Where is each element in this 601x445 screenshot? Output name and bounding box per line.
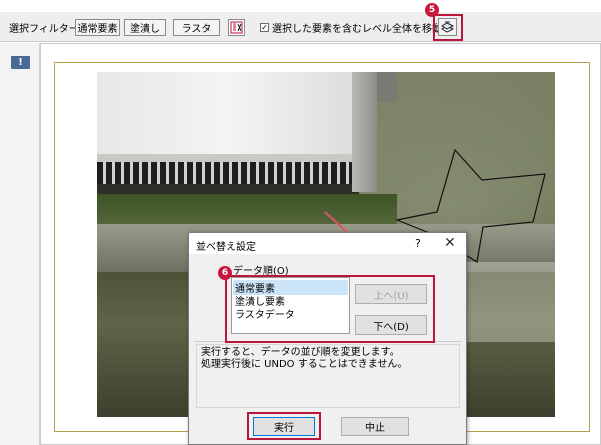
step6-highlight: [225, 275, 435, 343]
help-button[interactable]: ?: [415, 237, 421, 250]
execute-highlight: [247, 412, 321, 440]
message-line-2: 処理実行後に UNDO することはできません。: [201, 359, 408, 370]
raster-order-icon[interactable]: [228, 19, 245, 36]
pink-line-element: [324, 211, 350, 235]
left-pane: [0, 43, 40, 445]
message-line-1: 実行すると、データの並び順を変更します。: [201, 347, 400, 358]
move-level-label: 選択した要素を含むレベル全体を移動: [272, 24, 442, 35]
cancel-button[interactable]: 中止: [341, 417, 409, 436]
raster-button[interactable]: ラスタ: [173, 19, 220, 36]
info-icon[interactable]: !: [11, 56, 30, 69]
close-icon[interactable]: ✕: [444, 235, 456, 251]
step5-highlight: [433, 14, 463, 41]
step5-callout-badge: 5: [425, 3, 439, 17]
normal-elements-button[interactable]: 通常要素: [75, 19, 120, 36]
move-level-checkbox[interactable]: ✓: [260, 23, 269, 32]
step6-callout-badge: 6: [218, 266, 232, 280]
dialog-message: 実行すると、データの並び順を変更します。 処理実行後に UNDO することはでき…: [196, 344, 460, 408]
selection-filter-toolbar: 選択フィルター 通常要素 塗潰し ラスタ ✓ 選択した要素を含むレベル全体を移動: [0, 12, 601, 42]
filter-label: 選択フィルター: [9, 24, 79, 35]
dialog-title: 並べ替え設定: [196, 242, 256, 253]
fill-elements-button[interactable]: 塗潰し: [124, 19, 166, 36]
